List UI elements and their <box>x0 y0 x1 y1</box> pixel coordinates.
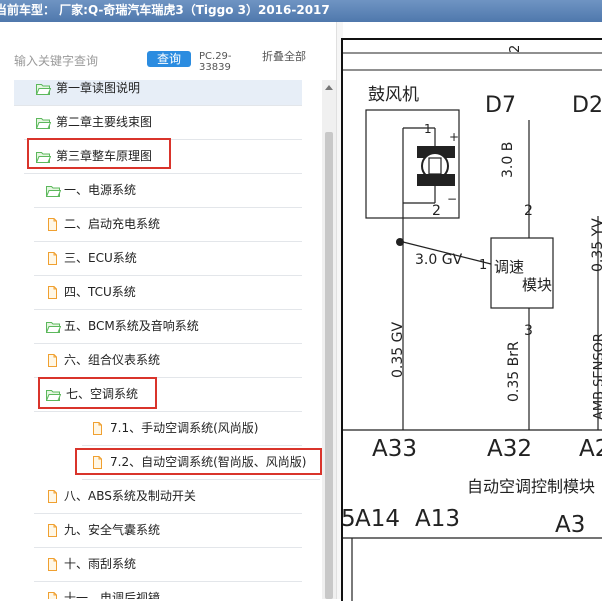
tree-item-label: 一、电源系统 <box>64 183 137 197</box>
chapter-tree: 第一章读图说明 第二章主要线束图 第三章整车原理图 一、电源系统 二、启动充电系… <box>0 80 322 599</box>
tree-item-cluster[interactable]: 六、组合仪表系统 <box>34 344 302 378</box>
document-icon <box>48 558 57 571</box>
document-icon <box>48 592 57 599</box>
scroll-thumb[interactable] <box>325 132 333 599</box>
wiring-diagram-canvas: 2 鼓风机 D7 D2 1 + 2 − 3.0 B 2 3.0 GV 1 调速 … <box>343 45 602 601</box>
connector-a33-label: A33 <box>372 436 417 462</box>
wiring-diagram: 2 鼓风机 D7 D2 1 + 2 − 3.0 B 2 3.0 GV 1 调速 … <box>341 38 602 601</box>
folder-open-icon <box>46 322 61 333</box>
tree-item-label: 第一章读图说明 <box>56 81 141 95</box>
document-icon <box>93 456 102 469</box>
folder-open-icon <box>36 118 51 129</box>
tree-item-airbag[interactable]: 九、安全气囊系统 <box>34 514 302 548</box>
connector-a2-label: A2 <box>579 436 602 462</box>
folder-open-icon <box>36 84 51 95</box>
folder-open-icon <box>46 186 61 197</box>
motor-minus-sign: − <box>447 192 457 206</box>
tree-item-bcm[interactable]: 五、BCM系统及音响系统 <box>34 310 302 344</box>
motor-pin-1: 1 <box>424 122 432 136</box>
connector-top-label: 2 <box>508 45 523 53</box>
tree-item-ch1[interactable]: 第一章读图说明 <box>14 80 302 106</box>
wire-035gv-label: 0.35 GV <box>390 322 406 378</box>
tree-item-label: 八、ABS系统及制动开关 <box>64 489 196 503</box>
window-title-bar: 当前车型： 厂家:Q-奇瑞汽车瑞虎3（Tiggo 3）2016-2017 <box>0 0 602 22</box>
connector-a14-label: A14 <box>355 506 400 532</box>
scroll-up-arrow-icon[interactable] <box>322 80 336 94</box>
tree-item-tcu[interactable]: 四、TCU系统 <box>34 276 302 310</box>
tree-item-abs[interactable]: 八、ABS系统及制动开关 <box>34 480 302 514</box>
tree-item-label: 三、ECU系统 <box>64 251 137 265</box>
connector-a3-label: A3 <box>555 512 585 538</box>
tree-item-label: 7.2、自动空调系统(智尚版、风尚版) <box>110 455 307 469</box>
node-2-label: 2 <box>524 203 533 219</box>
tree-item-label: 第三章整车原理图 <box>56 149 153 163</box>
tree-item-ac-auto[interactable]: 7.2、自动空调系统(智尚版、风尚版) <box>82 446 320 480</box>
document-icon <box>48 490 57 503</box>
motor-terminal-bottom <box>417 174 455 186</box>
speed-module-line1: 调速 <box>494 258 524 276</box>
folder-open-icon <box>36 152 51 163</box>
tree-item-mirror[interactable]: 十一、电调后视镜 <box>34 582 302 599</box>
tree-item-label: 第二章主要线束图 <box>56 115 153 129</box>
document-icon <box>93 422 102 435</box>
tree-item-ch3[interactable]: 第三章整车原理图 <box>24 140 302 174</box>
document-icon <box>48 524 57 537</box>
collapse-all-button[interactable]: 折叠全部 <box>262 51 306 63</box>
window-title: 当前车型： 厂家:Q-奇瑞汽车瑞虎3（Tiggo 3）2016-2017 <box>0 3 330 17</box>
tree-item-label: 7.1、手动空调系统(风尚版) <box>110 421 259 435</box>
tree-item-label: 六、组合仪表系统 <box>64 353 161 367</box>
connector-d2-label: D2 <box>572 93 602 118</box>
document-icon <box>48 286 57 299</box>
tree-item-label: 四、TCU系统 <box>64 285 136 299</box>
connector-a13-label: A13 <box>415 506 460 532</box>
wire-amb-sensor-label: AMB SENSOR <box>592 333 602 420</box>
query-button[interactable]: 查询 <box>147 51 191 67</box>
tree-item-label: 二、启动充电系统 <box>64 217 161 231</box>
tree-item-ac[interactable]: 七、空调系统 <box>34 378 302 412</box>
document-icon <box>48 354 57 367</box>
tree-item-ac-manual[interactable]: 7.1、手动空调系统(风尚版) <box>82 412 302 446</box>
wire-035yv-label: 0.35 YV <box>590 218 602 272</box>
node-1-label: 1 <box>479 258 487 273</box>
motor-plus-sign: + <box>449 130 459 144</box>
tree-item-label: 九、安全气囊系统 <box>64 523 161 537</box>
wire-30gv-label: 3.0 GV <box>415 252 463 268</box>
connector-a14-prefix: 5 <box>343 506 356 532</box>
motor-pin-2: 2 <box>432 203 441 219</box>
tree-item-label: 十、雨刮系统 <box>64 557 137 571</box>
connector-d7-label: D7 <box>485 93 516 118</box>
pc-code-label: PC.29-33839 <box>199 51 232 73</box>
wire-30b-label: 3.0 B <box>500 142 516 178</box>
tree-item-label: 十一、电调后视镜 <box>64 591 161 599</box>
tree-item-label: 七、空调系统 <box>66 387 139 401</box>
connector-a32-label: A32 <box>487 436 532 462</box>
document-icon <box>48 218 57 231</box>
tree-item-ecu[interactable]: 三、ECU系统 <box>34 242 302 276</box>
node-3-label: 3 <box>524 323 533 339</box>
blower-label: 鼓风机 <box>368 85 419 105</box>
ac-control-module-label: 自动空调控制模块 <box>467 477 595 496</box>
speed-module-line2: 模块 <box>522 276 552 294</box>
tree-item-start[interactable]: 二、启动充电系统 <box>34 208 302 242</box>
tree-scrollbar[interactable] <box>322 80 336 599</box>
search-input[interactable]: 输入关键字查询 <box>14 52 98 69</box>
tree-item-power[interactable]: 一、电源系统 <box>34 174 302 208</box>
tree-item-wiper[interactable]: 十、雨刮系统 <box>34 548 302 582</box>
folder-open-icon <box>46 390 61 401</box>
wire-035brr-label: 0.35 BrR <box>506 341 522 402</box>
document-icon <box>48 252 57 265</box>
tree-item-label: 五、BCM系统及音响系统 <box>64 319 199 333</box>
tree-item-ch2[interactable]: 第二章主要线束图 <box>24 106 302 140</box>
